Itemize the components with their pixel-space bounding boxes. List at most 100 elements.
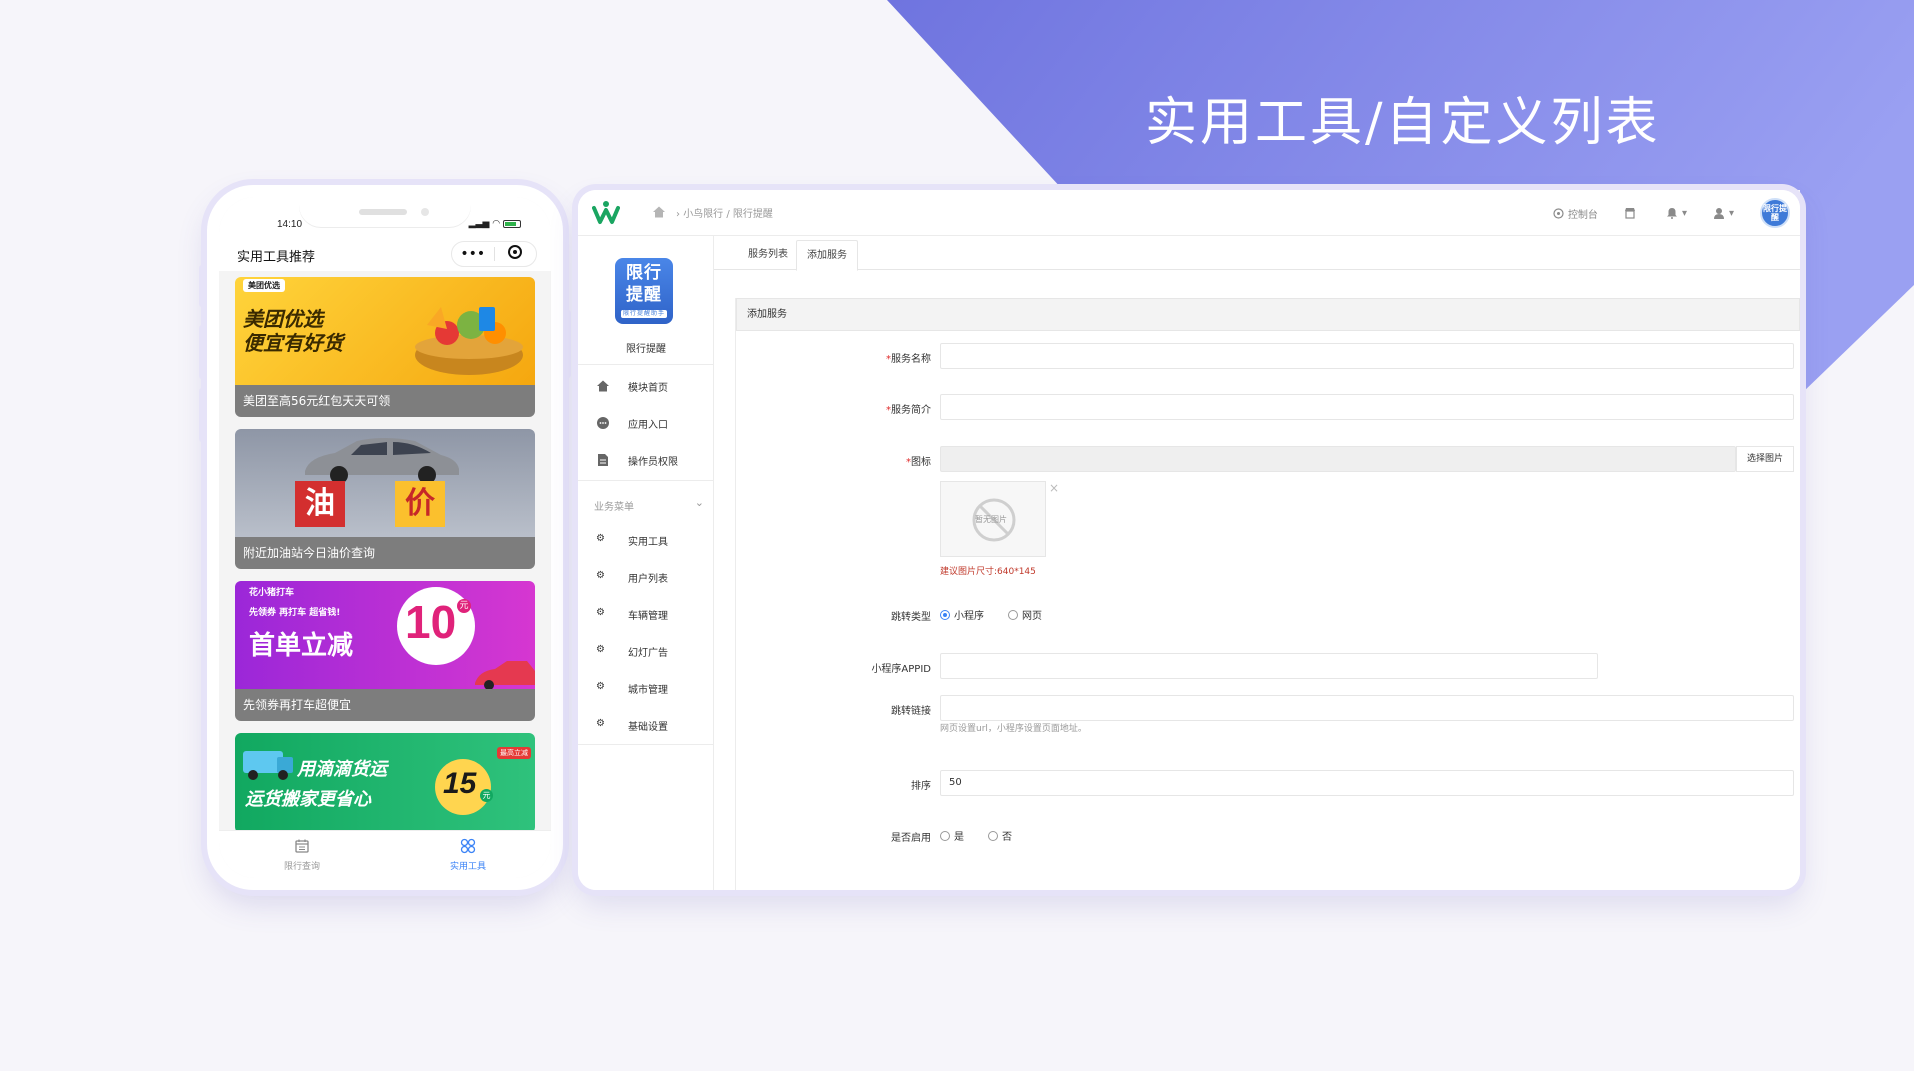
jump-type-radio-group: 小程序 网页 [940, 607, 1066, 622]
tab-service-list[interactable]: 服务列表 [738, 240, 798, 271]
service-name-input[interactable] [940, 343, 1794, 369]
wifi-icon: ◠ [492, 219, 501, 229]
banner-subline: 便宜有好货 [243, 331, 343, 355]
app-logo-line2: 提醒 [626, 285, 662, 305]
jump-type-label: 跳转类型 [891, 612, 931, 623]
gear-icon: ⚙ [596, 644, 605, 655]
sidebar-item-label: 模块首页 [628, 382, 668, 394]
tab-tools[interactable]: 实用工具 [385, 831, 551, 878]
sidebar-divider [578, 364, 713, 365]
admin-window: › 小鸟限行 / 限行提醒 控制台 ▾ ▾ 限行提醒 限行 提醒 限行提醒助手 … [578, 190, 1800, 890]
avatar[interactable]: 限行提醒 [1760, 198, 1790, 228]
tab-add-service[interactable]: 添加服务 [796, 240, 858, 271]
discount-number: 10 [405, 596, 457, 648]
doc-icon [598, 454, 608, 466]
sidebar-item-module-home[interactable]: 模块首页 [596, 378, 668, 394]
link-input[interactable] [940, 695, 1794, 721]
chevron-down-icon: ▾ [1728, 207, 1734, 219]
enable-label: 是否启用 [891, 833, 931, 844]
sidebar-group-label: 业务菜单 [594, 502, 634, 513]
app-logo: 限行 提醒 限行提醒助手 [615, 258, 673, 324]
link-hint: 网页设置url，小程序设置页面地址。 [940, 724, 1087, 734]
gear-icon: ⚙ [596, 533, 605, 544]
tool-card[interactable]: 油 价 附近加油站今日油价查询 [235, 429, 535, 569]
tool-card[interactable]: 花小猪打车 先领券 再打车 超省钱! 首单立减 10 元 先领券再打车超便宜 [235, 581, 535, 721]
enable-option-no[interactable]: 否 [988, 828, 1012, 843]
choose-image-button[interactable]: 选择图片 [1736, 446, 1794, 472]
sidebar-item-tools[interactable]: ⚙ 实用工具 [596, 532, 668, 548]
gear-icon: ⚙ [596, 718, 605, 729]
sidebar-divider [578, 744, 713, 745]
close-icon[interactable]: × [1049, 481, 1059, 495]
calendar-icon [295, 839, 309, 853]
bell-icon [1666, 208, 1677, 219]
jump-type-option-web[interactable]: 网页 [1008, 607, 1042, 622]
status-time: 14:10 [277, 219, 303, 230]
radio-label: 小程序 [954, 611, 984, 622]
admin-sidebar: 限行 提醒 限行提醒助手 限行提醒 模块首页 应用入口 操作员权限 业务菜单 ⌄… [578, 236, 714, 890]
service-intro-input[interactable] [940, 394, 1794, 420]
discount-number: 15 [443, 767, 477, 800]
sidebar-item-vehicles[interactable]: ⚙ 车辆管理 [596, 606, 668, 622]
store-button[interactable] [1624, 207, 1640, 219]
link-label: 跳转链接 [891, 706, 931, 717]
tab-restriction-query[interactable]: 限行查询 [219, 831, 385, 878]
grid-icon [460, 838, 476, 854]
appid-input[interactable] [940, 653, 1598, 679]
tool-card[interactable]: 美团优选 美团优选 便宜有好货 美团至高56元红包天天可领 [235, 277, 535, 417]
icon-path-input[interactable] [940, 446, 1736, 472]
banner-headline: 用滴滴货运 [297, 759, 387, 780]
bottom-tabbar: 限行查询 实用工具 [219, 830, 551, 878]
notification-button[interactable]: ▾ [1666, 207, 1687, 219]
radio-label: 否 [1002, 832, 1012, 843]
van-illustration [243, 751, 293, 780]
target-icon [508, 245, 523, 259]
breadcrumb-path[interactable]: 小鸟限行 / 限行提醒 [683, 209, 773, 220]
app-logo-line1: 限行 [626, 263, 662, 283]
enable-radio-group: 是 否 [940, 828, 1036, 843]
topbar-actions: 控制台 ▾ ▾ 限行提醒 [1553, 190, 1800, 236]
car-illustration [305, 438, 459, 484]
home-icon[interactable] [652, 205, 666, 219]
sidebar-item-label: 幻灯广告 [628, 647, 668, 659]
sidebar-group-business[interactable]: 业务菜单 ⌄ [594, 496, 704, 513]
sidebar-item-operator-permission[interactable]: 操作员权限 [596, 452, 678, 468]
sidebar-item-slides[interactable]: ⚙ 幻灯广告 [596, 643, 668, 659]
app-logo-sub: 限行提醒助手 [621, 310, 667, 318]
chat-icon [597, 417, 609, 429]
discount-unit: 元 [480, 789, 493, 802]
icon-label: *图标 [906, 453, 931, 468]
tool-card[interactable]: 用滴滴货运 运货搬家更省心 15 元 最高立减 [235, 733, 535, 833]
admin-topbar: › 小鸟限行 / 限行提醒 控制台 ▾ ▾ 限行提醒 [578, 190, 1800, 236]
image-preview: 暂无图片 [940, 481, 1046, 557]
car-illustration [475, 661, 535, 689]
service-name-label-text: 服务名称 [891, 354, 931, 365]
breadcrumb: › 小鸟限行 / 限行提醒 [676, 209, 773, 220]
console-label: 控制台 [1567, 209, 1598, 221]
panel-title: 添加服务 [736, 298, 1800, 331]
brand-badge: 美团优选 [243, 279, 285, 292]
card-caption: 附近加油站今日油价查询 [235, 537, 535, 569]
jump-type-option-miniprogram[interactable]: 小程序 [940, 607, 984, 622]
phone-power-button [563, 310, 571, 378]
service-intro-label-text: 服务简介 [891, 405, 931, 416]
sidebar-item-users[interactable]: ⚙ 用户列表 [596, 569, 668, 585]
more-button[interactable]: ••• [452, 246, 494, 262]
user-menu-button[interactable]: ▾ [1713, 207, 1734, 219]
close-miniprogram-button[interactable] [495, 245, 537, 263]
appid-label: 小程序APPID [871, 664, 931, 675]
radio-unchecked [940, 830, 950, 841]
phone-screen: 14:10 ▂▃▅ ◠ 实用工具推荐 ••• 美团优选 美团优选 便宜有好货 美… [219, 197, 551, 878]
enable-option-yes[interactable]: 是 [940, 828, 964, 843]
chevron-down-icon: ▾ [1681, 207, 1687, 219]
sidebar-item-label: 实用工具 [628, 536, 668, 548]
sort-input[interactable]: 50 [940, 770, 1794, 796]
brand-badge: 花小猪打车 [249, 588, 295, 598]
sidebar-item-cities[interactable]: ⚙ 城市管理 [596, 680, 668, 696]
image-size-hint: 建议图片尺寸:640*145 [940, 567, 1036, 577]
sidebar-item-settings[interactable]: ⚙ 基础设置 [596, 717, 668, 733]
sidebar-item-app-entry[interactable]: 应用入口 [596, 415, 668, 431]
sidebar-item-label: 用户列表 [628, 573, 668, 585]
console-link[interactable]: 控制台 [1553, 206, 1598, 221]
radio-checked [940, 609, 950, 620]
